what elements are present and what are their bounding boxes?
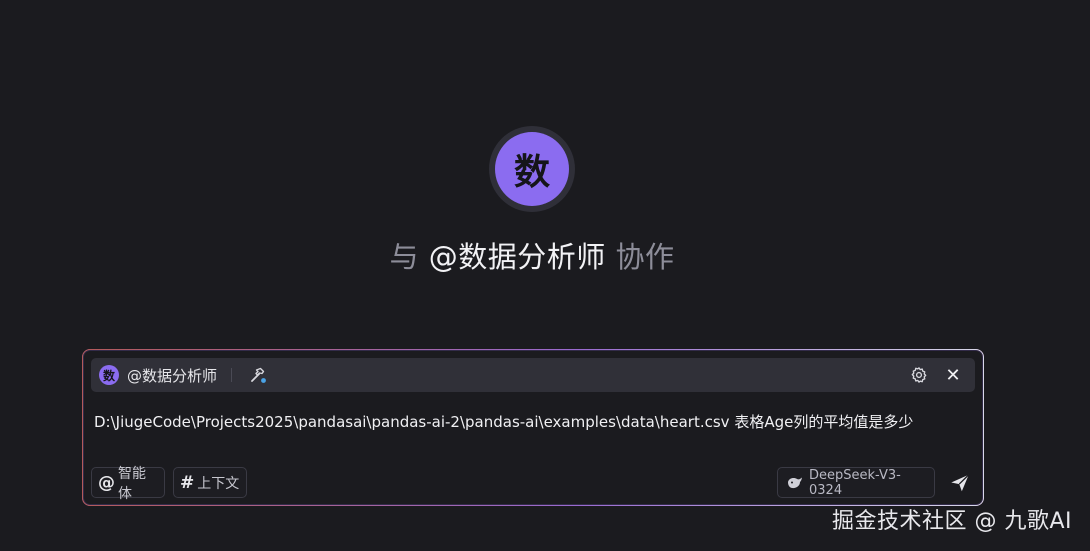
at-icon: @ — [98, 472, 115, 493]
agent-mention-button[interactable]: @ 智能体 — [91, 466, 165, 502]
page-title: 与 @数据分析师 协作 — [0, 234, 1064, 276]
title-suffix: 协作 — [615, 240, 675, 274]
title-agent: @数据分析师 — [428, 240, 606, 274]
hash-icon: # — [180, 472, 195, 493]
agent-avatar-char: 数 — [495, 132, 569, 206]
gear-icon[interactable] — [907, 363, 931, 387]
send-button[interactable] — [945, 468, 975, 498]
agent-mini-avatar: 数 — [99, 365, 119, 385]
selected-agent-bar: 数 @数据分析师 ✕ — [91, 358, 975, 392]
selected-agent-name: @数据分析师 — [127, 366, 218, 385]
message-input[interactable]: D:\JiugeCode\Projects2025\pandasai\panda… — [94, 410, 964, 434]
model-label: DeepSeek-V3-0324 — [809, 467, 901, 498]
app-stage: 数 与 @数据分析师 协作 数 @数据分析师 ✕ D:\JiugeCode\Pr… — [0, 0, 1090, 551]
model-selector[interactable]: DeepSeek-V3-0324 — [777, 467, 935, 498]
context-button[interactable]: # 上下文 — [173, 467, 247, 498]
agent-mention-label: 智能体 — [118, 465, 146, 502]
divider — [231, 368, 233, 382]
title-prefix: 与 — [389, 240, 420, 274]
context-label: 上下文 — [197, 475, 240, 492]
deepseek-whale-icon — [787, 476, 803, 490]
close-icon[interactable]: ✕ — [941, 363, 965, 387]
agent-avatar: 数 — [489, 126, 575, 212]
chat-composer: 数 @数据分析师 ✕ D:\JiugeCode\Projects2025\pan… — [82, 349, 984, 506]
send-icon — [951, 474, 970, 492]
hammer-icon[interactable] — [246, 363, 270, 387]
watermark: 掘金技术社区 @ 九歌AI — [831, 509, 1072, 534]
